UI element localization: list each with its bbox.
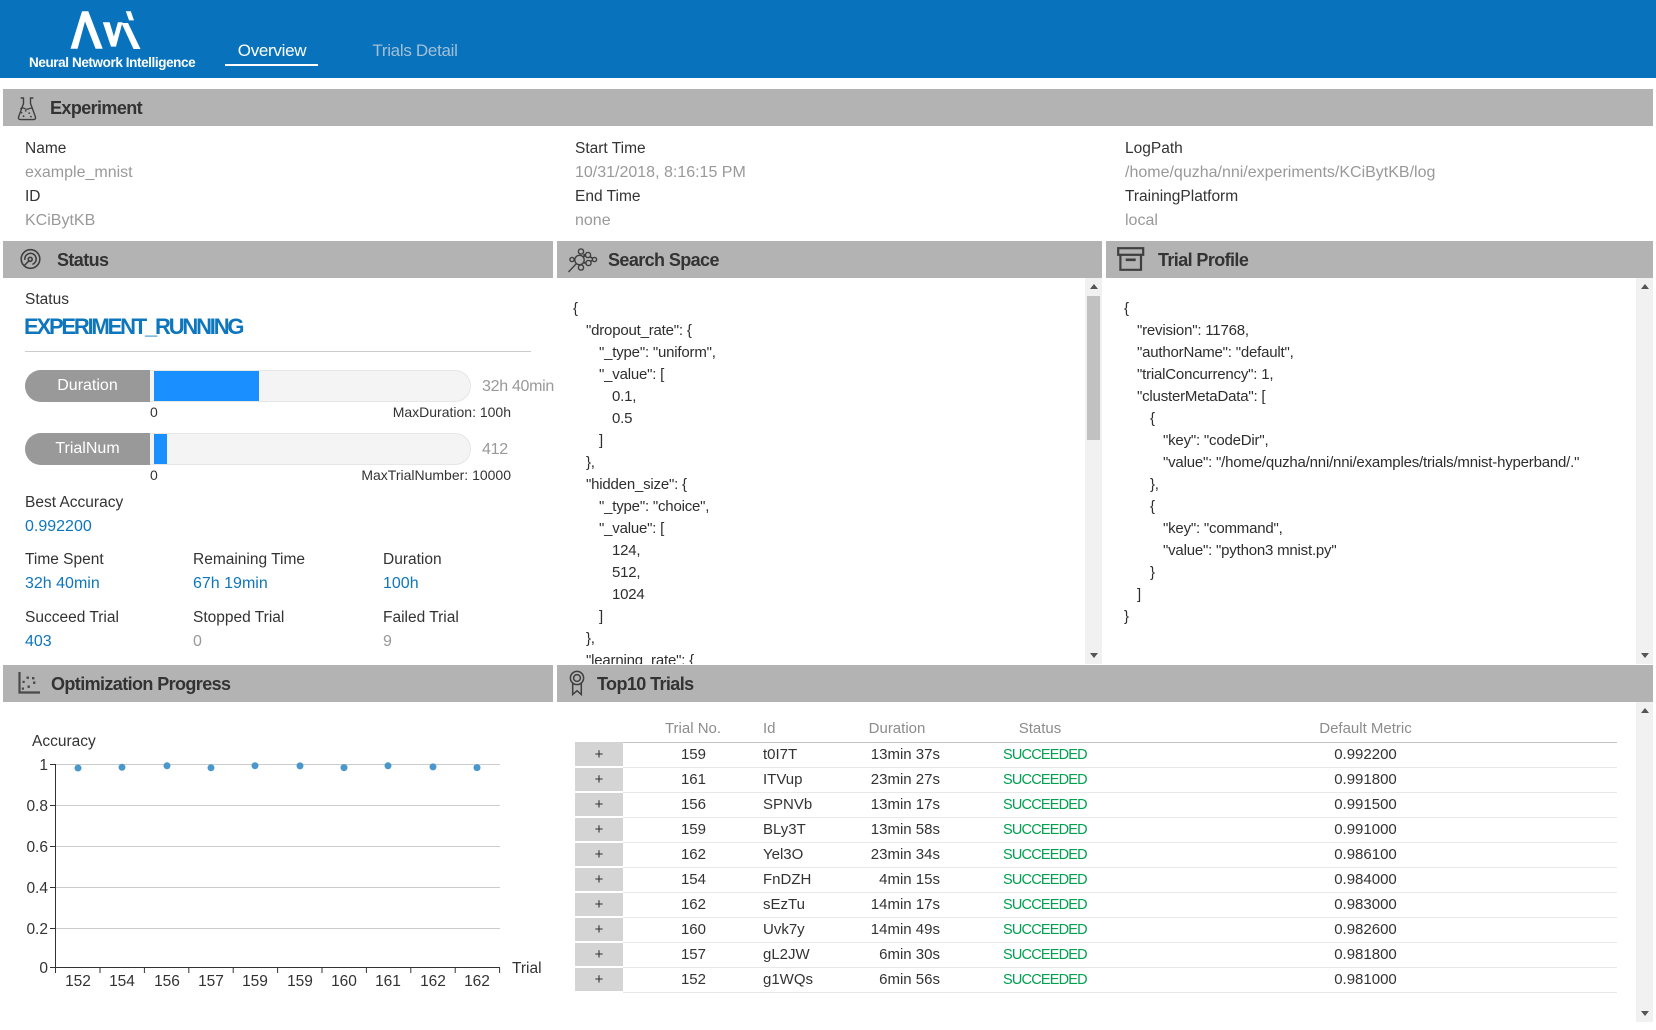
svg-text:152: 152 <box>65 973 91 990</box>
svg-text:Trial: Trial <box>512 960 542 977</box>
svg-text:0.4: 0.4 <box>26 880 48 897</box>
svg-text:159: 159 <box>242 973 268 990</box>
svg-text:156: 156 <box>154 973 180 990</box>
svg-text:160: 160 <box>331 973 357 990</box>
svg-text:162: 162 <box>464 973 490 990</box>
svg-text:0.8: 0.8 <box>26 798 48 815</box>
svg-text:0: 0 <box>39 960 48 977</box>
svg-text:0.2: 0.2 <box>26 921 48 938</box>
svg-text:0.6: 0.6 <box>26 839 48 856</box>
svg-text:Accuracy: Accuracy <box>32 733 96 750</box>
svg-text:162: 162 <box>420 973 446 990</box>
svg-text:157: 157 <box>198 973 224 990</box>
svg-text:161: 161 <box>375 973 401 990</box>
svg-text:1: 1 <box>39 757 48 774</box>
svg-text:154: 154 <box>109 973 135 990</box>
svg-text:159: 159 <box>287 973 313 990</box>
